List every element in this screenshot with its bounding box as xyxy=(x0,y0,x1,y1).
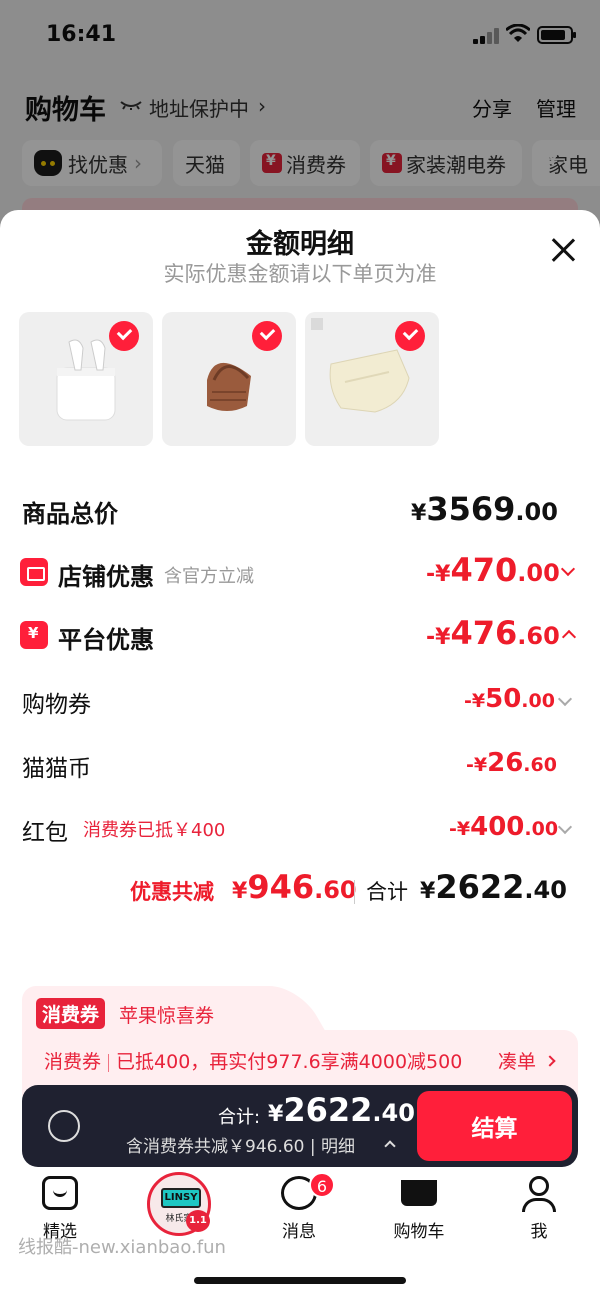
home-indicator xyxy=(194,1277,406,1284)
tab-cart[interactable]: 购物车 xyxy=(379,1172,459,1242)
home-icon xyxy=(42,1176,78,1210)
platform-discount-amount[interactable]: -¥476.60 xyxy=(426,614,560,652)
grand-total-label: 合计 xyxy=(366,880,408,904)
shop-discount-label: 店铺优惠 xyxy=(58,563,154,591)
avatar-badge: 1.1 xyxy=(186,1210,210,1232)
goods-total-label: 商品总价 xyxy=(22,500,118,528)
select-all-radio[interactable] xyxy=(48,1110,80,1142)
tab-me[interactable]: 我 xyxy=(499,1172,579,1242)
cat-coin-amount: -¥26.60 xyxy=(466,748,557,778)
checkout-detail-toggle[interactable]: 含消费券共减￥946.60 | 明细 xyxy=(126,1132,355,1157)
platform-coupon-icon xyxy=(20,621,48,649)
grand-total-amount: ¥2622.40 xyxy=(420,868,567,906)
overlay-dim[interactable] xyxy=(0,0,600,230)
cat-coin-label: 猫猫币 xyxy=(22,756,91,782)
goods-total-amount: ¥3569.00 xyxy=(411,490,558,528)
message-count-badge: 6 xyxy=(309,1172,335,1198)
tab-home[interactable]: 精选 xyxy=(20,1172,100,1242)
coupon-progress-text: 消费券 已抵400，再实付977.6享满4000减500 xyxy=(44,1051,463,1073)
total-discount-label: 优惠共减 xyxy=(130,880,214,904)
product-thumb-cream-bag[interactable] xyxy=(305,312,439,446)
summary-line: 优惠共减 ¥946.60 合计 ¥2622.40 xyxy=(0,868,600,914)
shopping-coupon-label: 购物券 xyxy=(22,692,91,718)
tab-label: 购物车 xyxy=(393,1222,445,1242)
product-checkbox[interactable] xyxy=(109,321,139,351)
product-thumb-brown-bag[interactable] xyxy=(162,312,296,446)
tab-label: 我 xyxy=(530,1222,548,1242)
chevron-up-icon[interactable] xyxy=(561,629,577,645)
sheet-subtitle: 实际优惠金额请以下单页为准 xyxy=(163,262,437,286)
watermark: 线报酷-new.xianbao.fun xyxy=(18,1237,226,1258)
red-packet-label: 红包 xyxy=(22,820,68,846)
add-items-link[interactable]: 凑单 xyxy=(498,1047,536,1074)
shop-icon xyxy=(20,558,48,586)
product-thumb-airpods[interactable] xyxy=(19,312,153,446)
product-checkbox[interactable] xyxy=(395,321,425,351)
shopping-coupon-amount[interactable]: -¥50.00 xyxy=(464,684,555,714)
sheet-title: 金额明细 xyxy=(246,229,354,260)
chevron-down-icon[interactable] xyxy=(557,691,573,707)
red-packet-amount[interactable]: -¥400.00 xyxy=(449,812,558,842)
shop-discount-note: 含官方立减 xyxy=(164,566,254,587)
checkout-total-label: 合计: xyxy=(218,1107,261,1128)
chevron-down-icon[interactable] xyxy=(557,819,573,835)
coupon-card[interactable]: 消费券 苹果惊喜券 消费券 已抵400，再实付977.6享满4000减500 凑单 xyxy=(22,986,578,1096)
cart-icon xyxy=(401,1180,437,1206)
divider xyxy=(354,880,355,904)
shop-discount-amount[interactable]: -¥470.00 xyxy=(426,551,560,589)
checkout-bar: 合计: ¥2622.40 含消费券共减￥946.60 | 明细 结算 xyxy=(22,1085,578,1167)
coupon-name: 苹果惊喜券 xyxy=(119,1005,215,1027)
user-icon-body xyxy=(522,1198,556,1212)
amount-detail-sheet: 金额明细 实际优惠金额请以下单页为准 商品总价 ¥3569.00 店铺优惠 含官… xyxy=(0,210,600,1299)
checkout-total-amount: ¥2622.40 xyxy=(268,1091,415,1129)
red-packet-note: 消费券已抵￥400 xyxy=(83,820,226,841)
chevron-up-icon[interactable] xyxy=(384,1140,396,1152)
checkout-button[interactable]: 结算 xyxy=(417,1091,572,1161)
avatar-screen: LINSY xyxy=(161,1188,201,1208)
total-discount-amount: ¥946.60 xyxy=(232,868,357,906)
chevron-down-icon[interactable] xyxy=(560,561,576,577)
user-icon xyxy=(529,1176,549,1196)
tab-label: 消息 xyxy=(282,1222,316,1242)
platform-discount-label: 平台优惠 xyxy=(58,626,154,654)
product-checkbox[interactable] xyxy=(252,321,282,351)
coupon-badge: 消费券 xyxy=(36,998,106,1029)
close-icon[interactable] xyxy=(550,237,576,263)
